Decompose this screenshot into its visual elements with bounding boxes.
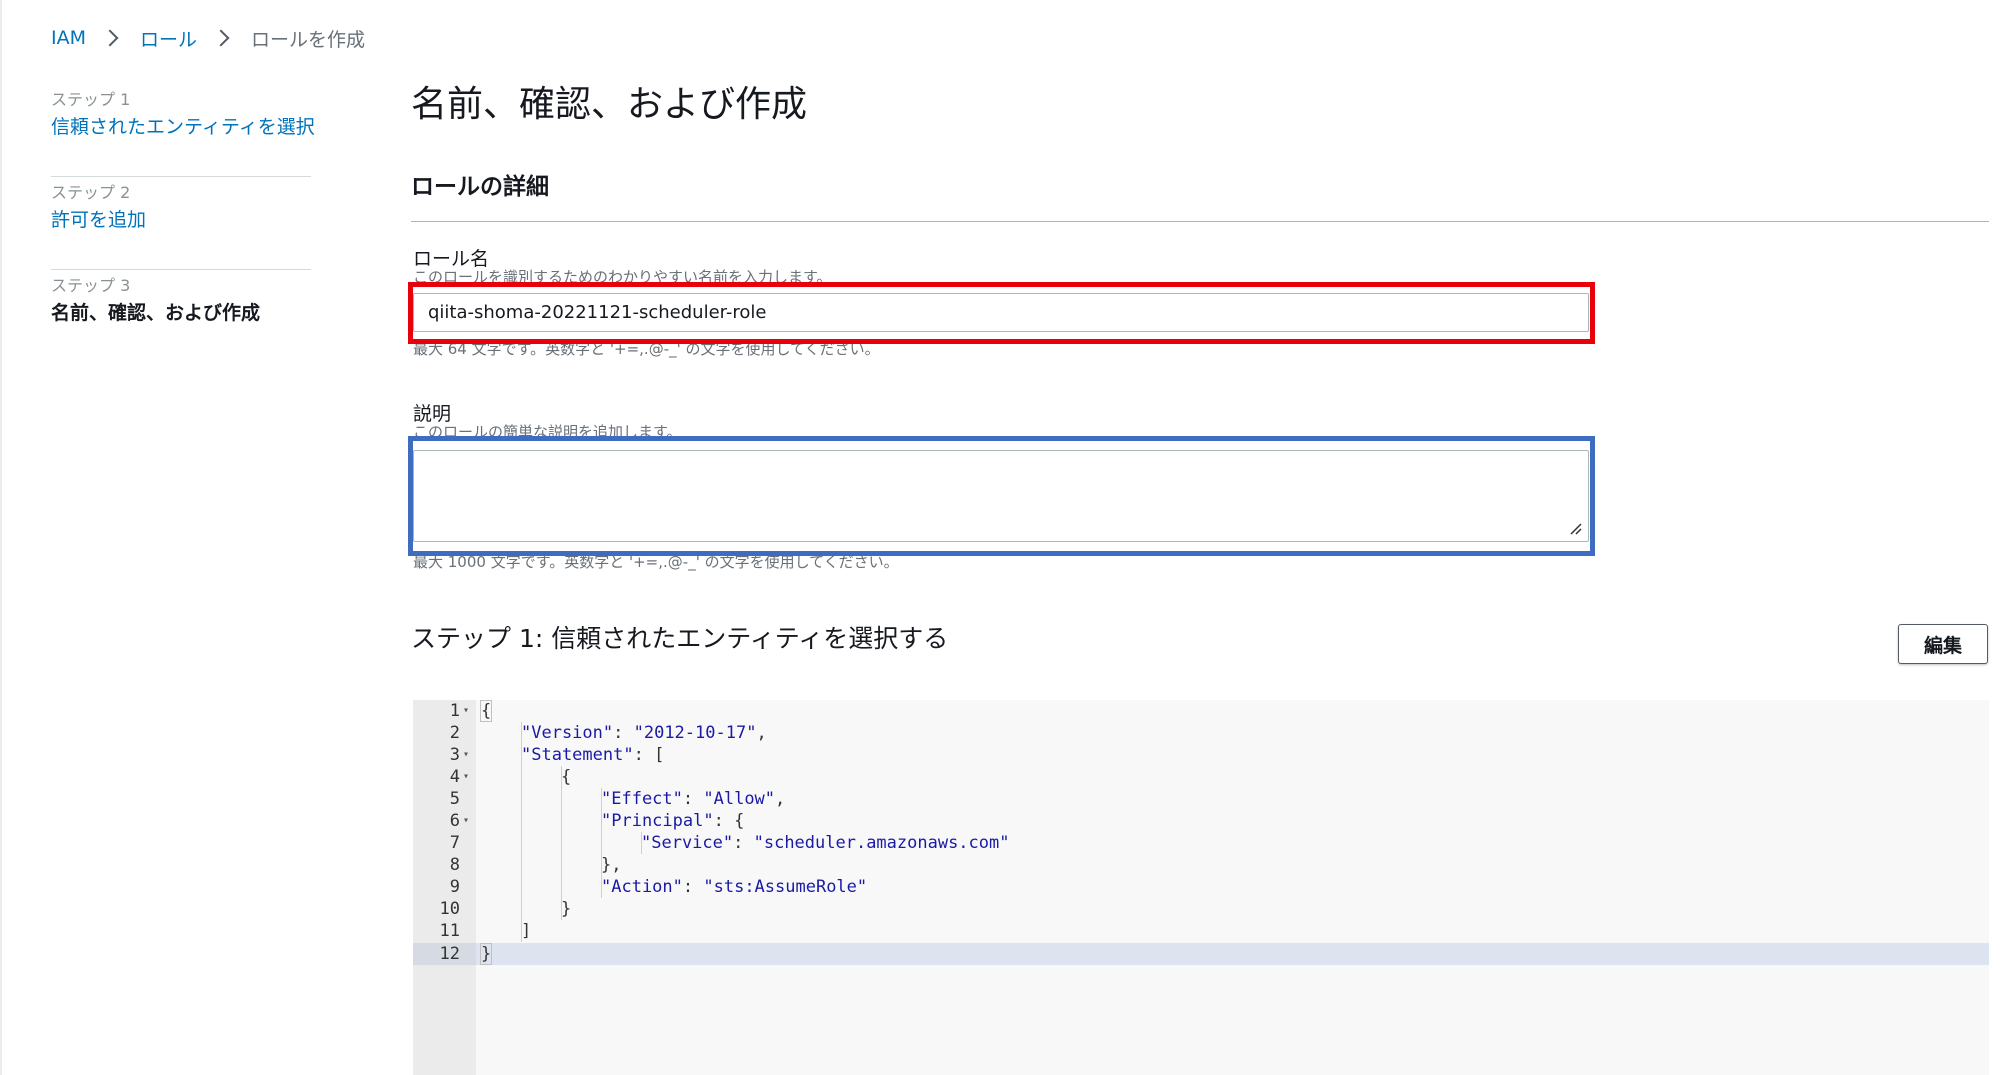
fold-arrow-icon[interactable]: ▾ xyxy=(463,810,469,832)
json-separator: : xyxy=(733,833,754,853)
json-key: "Effect" xyxy=(601,789,683,809)
line-number: 9 xyxy=(449,877,460,897)
breadcrumb: IAM ロール ロールを作成 xyxy=(51,24,365,52)
json-value: "sts:AssumeRole" xyxy=(703,877,868,897)
step-link-add-permissions[interactable]: 許可を追加 xyxy=(51,205,146,232)
fold-arrow-icon[interactable]: ▾ xyxy=(463,700,469,722)
step-current-name-review-create: 名前、確認、および作成 xyxy=(51,302,261,324)
json-separator: : xyxy=(613,723,634,743)
wizard-steps: ステップ 1 信頼されたエンティティを選択 ステップ 2 許可を追加 ステップ … xyxy=(51,84,315,363)
breadcrumb-current: ロールを作成 xyxy=(251,28,366,51)
line-number: 12 xyxy=(439,944,460,964)
json-key: "Action" xyxy=(601,877,683,897)
breadcrumb-roles-link[interactable]: ロール xyxy=(140,25,197,52)
json-value: "Allow" xyxy=(703,789,776,809)
line-number: 3 xyxy=(449,745,460,765)
section-divider xyxy=(411,221,1989,222)
code-line: 1 ▾ { xyxy=(413,700,1989,722)
json-key: "Statement" xyxy=(521,745,634,765)
trust-policy-editor[interactable]: 1 ▾ { 2 "Version": "2012-10-17", 3 ▾ "St… xyxy=(413,700,1989,1075)
step-link-select-trusted-entity[interactable]: 信頼されたエンティティを選択 xyxy=(51,112,315,139)
json-key: "Service" xyxy=(641,833,734,853)
json-value: "2012-10-17" xyxy=(633,723,757,743)
chevron-right-icon xyxy=(212,29,230,47)
wizard-step-3: ステップ 3 名前、確認、および作成 xyxy=(51,270,311,363)
json-punctuation: }, xyxy=(601,855,622,875)
highlight-box-blue xyxy=(408,436,1595,556)
fold-arrow-icon[interactable]: ▾ xyxy=(463,744,469,766)
line-number: 5 xyxy=(449,789,460,809)
page-left-edge xyxy=(0,0,2,1075)
json-punctuation: } xyxy=(561,899,572,919)
json-separator: : xyxy=(682,789,704,809)
code-line: 7 "Service": "scheduler.amazonaws.com" xyxy=(413,832,1989,854)
code-line: 9 "Action": "sts:AssumeRole" xyxy=(413,876,1989,898)
code-line: 8 }, xyxy=(413,854,1989,876)
json-open-brace: { xyxy=(479,700,493,722)
step-number: ステップ 1 xyxy=(51,90,131,109)
json-separator: : { xyxy=(713,811,745,831)
json-key: "Principal" xyxy=(601,811,714,831)
line-number: 10 xyxy=(439,899,460,919)
chevron-right-icon xyxy=(101,29,119,47)
json-separator: : [ xyxy=(633,745,665,765)
breadcrumb-iam-link[interactable]: IAM xyxy=(51,27,86,49)
code-line: 2 "Version": "2012-10-17", xyxy=(413,722,1989,744)
json-key: "Version" xyxy=(521,723,614,743)
step1-section-heading: ステップ 1: 信頼されたエンティティを選択する xyxy=(411,624,949,653)
highlight-box-red xyxy=(408,282,1595,344)
code-line: 5 "Effect": "Allow", xyxy=(413,788,1989,810)
line-number: 11 xyxy=(439,921,460,941)
code-line: 6 ▾ "Principal": { xyxy=(413,810,1989,832)
code-line: 3 ▾ "Statement": [ xyxy=(413,744,1989,766)
line-number: 7 xyxy=(449,833,460,853)
line-number: 2 xyxy=(449,723,460,743)
code-line: 4 ▾ { xyxy=(413,766,1989,788)
step-number: ステップ 2 xyxy=(51,183,131,202)
line-number: 4 xyxy=(449,767,460,787)
page-title: 名前、確認、および作成 xyxy=(411,84,808,125)
code-line: 11 ] xyxy=(413,920,1989,942)
wizard-step-1: ステップ 1 信頼されたエンティティを選択 xyxy=(51,84,315,177)
wizard-step-2: ステップ 2 許可を追加 xyxy=(51,177,311,270)
json-tail: , xyxy=(775,789,786,809)
json-close-brace: } xyxy=(479,943,493,965)
step-number: ステップ 3 xyxy=(51,276,131,295)
line-number: 1 xyxy=(449,701,460,721)
json-separator: : xyxy=(682,877,704,897)
fold-arrow-icon[interactable]: ▾ xyxy=(463,766,469,788)
json-punctuation: { xyxy=(561,767,572,787)
edit-button[interactable]: 編集 xyxy=(1898,624,1988,664)
line-number: 8 xyxy=(449,855,460,875)
code-line: 12 } xyxy=(413,943,1989,965)
section-title-role-details: ロールの詳細 xyxy=(411,174,549,200)
json-value: "scheduler.amazonaws.com" xyxy=(753,833,1010,853)
json-tail: , xyxy=(756,723,767,743)
line-number: 6 xyxy=(449,811,460,831)
json-punctuation: ] xyxy=(521,921,532,941)
code-line: 10 } xyxy=(413,898,1989,920)
